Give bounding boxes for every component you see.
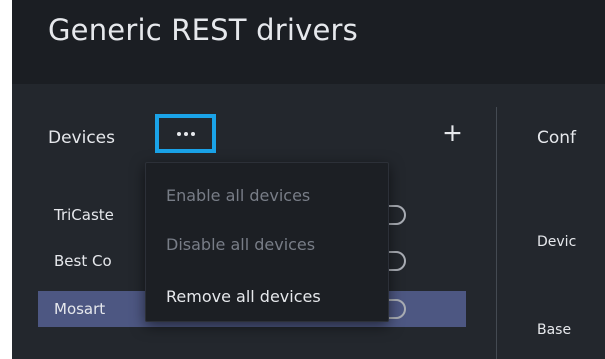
ellipsis-icon-dot — [190, 131, 195, 136]
base-field-label: Base — [537, 322, 572, 338]
device-label: Mosart — [54, 300, 106, 318]
toggle-knob — [390, 209, 402, 221]
screenshot-frame: Generic REST drivers Devices + TriCaste … — [0, 0, 605, 359]
menu-item-disable-all[interactable]: Disable all devices — [166, 235, 315, 254]
ellipsis-icon-dot — [183, 131, 188, 136]
page-title: Generic REST drivers — [48, 13, 358, 47]
device-actions-menu: Enable all devices Disable all devices R… — [145, 162, 389, 322]
toggle-knob — [390, 255, 402, 267]
more-options-button[interactable] — [155, 114, 216, 153]
configuration-panel: Conf Devic Base — [497, 84, 605, 359]
header: Generic REST drivers — [12, 0, 605, 84]
device-field-label: Devic — [537, 234, 577, 250]
add-device-button[interactable]: + — [442, 120, 463, 145]
device-label: Best Co — [54, 252, 112, 270]
device-label: TriCaste — [54, 206, 114, 224]
configuration-title: Conf — [537, 128, 577, 148]
menu-item-enable-all[interactable]: Enable all devices — [166, 186, 310, 205]
toggle-knob — [390, 303, 402, 315]
app-window: Generic REST drivers Devices + TriCaste … — [12, 0, 605, 359]
ellipsis-icon-dot — [176, 131, 181, 136]
devices-title: Devices — [48, 128, 115, 148]
menu-item-remove-all[interactable]: Remove all devices — [166, 287, 321, 306]
